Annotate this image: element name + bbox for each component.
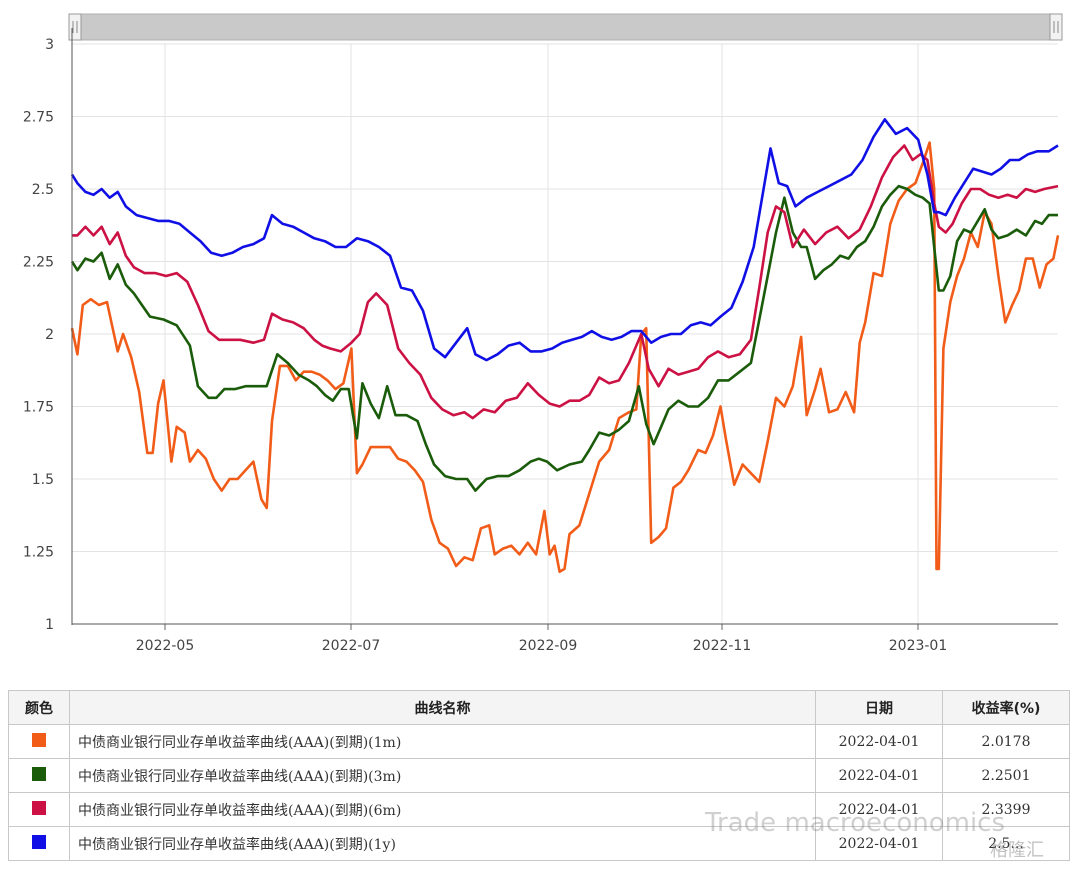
x-tick-label: 2023-01 [889, 638, 948, 654]
series-lines [70, 118, 1060, 574]
color-swatch-1m [32, 732, 46, 747]
legend-row[interactable]: 中债商业银行同业存单收益率曲线(AAA)(到期)(6m) 2022-04-01 … [8, 792, 1070, 827]
y-tick-label: 1.5 [32, 472, 54, 488]
curve-date: 2022-04-01 [815, 792, 943, 827]
curve-name: 中债商业银行同业存单收益率曲线(AAA)(到期)(3m) [69, 758, 816, 793]
y-tick-label: 3 [45, 37, 54, 53]
curve-name: 中债商业银行同业存单收益率曲线(AAA)(到期)(6m) [69, 792, 816, 827]
x-axis: 2022-05 2022-07 2022-09 2022-11 2023-01 [72, 623, 1058, 654]
curve-date: 2022-04-01 [815, 758, 943, 793]
legend-row[interactable]: 中债商业银行同业存单收益率曲线(AAA)(到期)(3m) 2022-04-01 … [8, 758, 1070, 793]
curve-yield: 2.0178 [942, 724, 1070, 759]
legend-swatch-cell [8, 758, 70, 793]
y-tick-label: 2.75 [23, 110, 54, 126]
header-color: 颜色 [8, 690, 70, 725]
color-swatch-3m [32, 766, 46, 781]
watermark-corner: 格隆汇 [990, 840, 1044, 861]
y-tick-label: 2.5 [32, 182, 54, 198]
y-tick-label: 2 [45, 327, 54, 343]
legend-row[interactable]: 中债商业银行同业存单收益率曲线(AAA)(到期)(1m) 2022-04-01 … [8, 724, 1070, 759]
legend-header-row: 颜色 曲线名称 日期 收益率(%) [8, 690, 1070, 725]
curve-date: 2022-04-01 [815, 826, 943, 861]
curve-name: 中债商业银行同业存单收益率曲线(AAA)(到期)(1y) [69, 826, 816, 861]
x-tick-label: 2022-09 [519, 638, 578, 654]
legend-swatch-cell [8, 792, 70, 827]
curve-yield: 2.3399 [942, 792, 1070, 827]
range-slider-track[interactable] [71, 13, 1063, 41]
x-tick-label: 2022-07 [322, 638, 381, 654]
y-tick-label: 2.25 [23, 255, 54, 271]
header-name: 曲线名称 [69, 690, 816, 725]
curve-date: 2022-04-01 [815, 724, 943, 759]
range-slider-left-handle[interactable] [68, 13, 82, 41]
x-tick-label: 2022-11 [693, 638, 752, 654]
y-tick-label: 1 [45, 617, 54, 633]
range-slider-right-handle[interactable] [1049, 13, 1063, 41]
header-date: 日期 [815, 690, 943, 725]
legend-swatch-cell [8, 724, 70, 759]
legend-table: 颜色 曲线名称 日期 收益率(%) 中债商业银行同业存单收益率曲线(AAA)(到… [8, 690, 1070, 861]
header-yield: 收益率(%) [942, 690, 1070, 725]
color-swatch-1y [32, 834, 46, 849]
y-tick-label: 1.75 [23, 400, 54, 416]
x-tick-label: 2022-05 [136, 638, 195, 654]
legend-row[interactable]: 中债商业银行同业存单收益率曲线(AAA)(到期)(1y) 2022-04-01 … [8, 826, 1070, 861]
curve-yield: 2.2501 [942, 758, 1070, 793]
curve-name: 中债商业银行同业存单收益率曲线(AAA)(到期)(1m) [69, 724, 816, 759]
series-1m-line [70, 141, 1060, 574]
color-swatch-6m [32, 800, 46, 815]
y-tick-label: 1.25 [23, 545, 54, 561]
legend-swatch-cell [8, 826, 70, 861]
chart-area: 1 1.25 1.5 1.75 2 2.25 2.5 2.75 3 2022-05 2022-07… [23, 13, 1063, 654]
y-axis: 1 1.25 1.5 1.75 2 2.25 2.5 2.75 3 [23, 37, 54, 633]
series-3m-line [70, 184, 1058, 492]
